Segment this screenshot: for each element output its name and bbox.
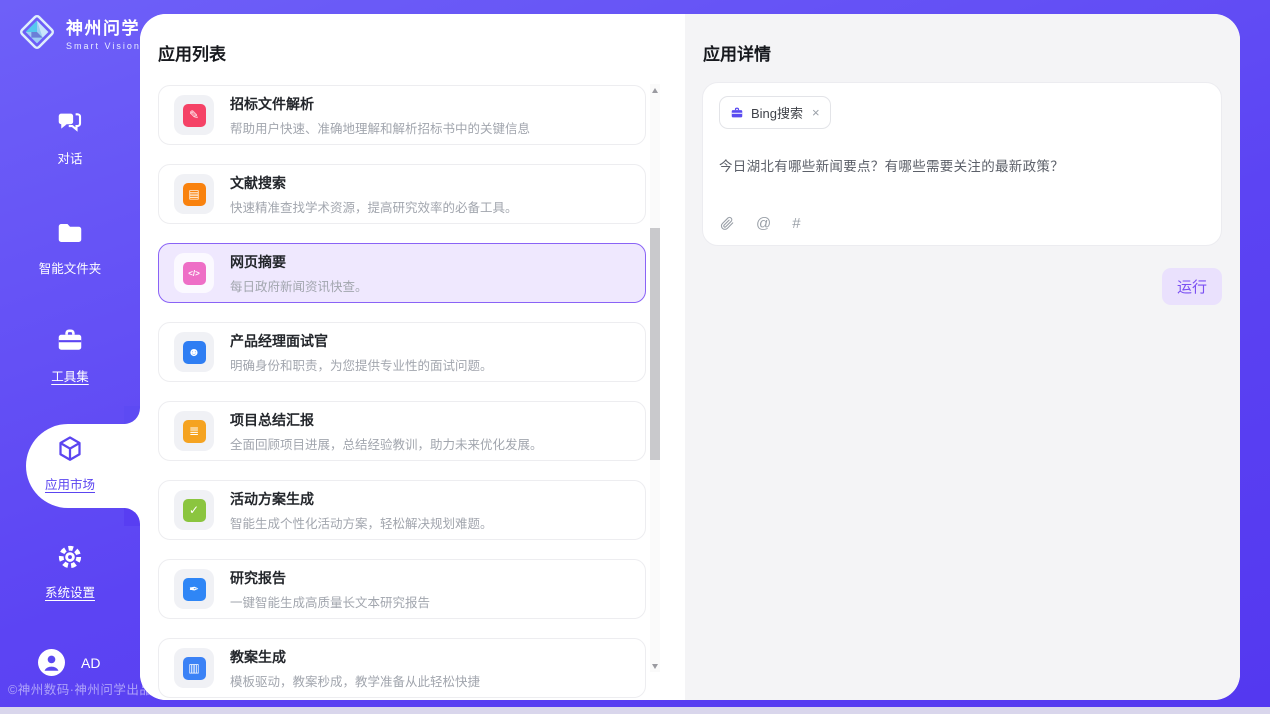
- app-card-bid-doc-parse[interactable]: ✎ 招标文件解析帮助用户快速、准确地理解和解析招标书中的关键信息: [158, 85, 646, 145]
- sidebar-item-label: 智能文件夹: [0, 258, 140, 277]
- brand-logo: 神州问学 Smart Vision: [16, 11, 141, 53]
- edit-doc-icon: ✎: [183, 104, 206, 127]
- app-card-event-plan[interactable]: ✓ 活动方案生成智能生成个性化活动方案，轻松解决规划难题。: [158, 480, 646, 540]
- app-card-pm-interviewer[interactable]: ☻ 产品经理面试官明确身份和职责，为您提供专业性的面试问题。: [158, 322, 646, 382]
- scrollbar-down-arrow-icon[interactable]: [650, 660, 660, 672]
- app-card-title: 研究报告: [230, 568, 430, 588]
- app-icon-box: ✎: [174, 95, 214, 135]
- app-card-web-summary[interactable]: </> 网页摘要每日政府新闻资讯快查。: [158, 243, 646, 303]
- brand-text: 神州问学 Smart Vision: [66, 14, 141, 51]
- sidebar-item-app-market[interactable]: 应用市场: [0, 434, 140, 493]
- person-icon: [38, 649, 65, 676]
- app-card-title: 活动方案生成: [230, 489, 493, 509]
- note-icon: ≣: [183, 420, 206, 443]
- pen-ink-icon: ✒: [183, 578, 206, 601]
- sidebar-item-system-settings[interactable]: 系统设置: [0, 542, 140, 601]
- main-container: 应用列表 ✎ 招标文件解析帮助用户快速、准确地理解和解析招标书中的关键信息 ▤ 文献搜…: [140, 14, 1240, 700]
- brand-tagline: Smart Vision: [66, 41, 141, 51]
- hashtag-icon[interactable]: #: [792, 215, 800, 232]
- app-card-text: 项目总结汇报全面回顾项目进展，总结经验教训，助力未来优化发展。: [230, 410, 543, 453]
- app-card-literature-search[interactable]: ▤ 文献搜索快速精准查找学术资源，提高研究效率的必备工具。: [158, 164, 646, 224]
- app-list-title: 应用列表: [158, 40, 226, 65]
- book-icon: ▤: [183, 183, 206, 206]
- app-card-lesson-plan[interactable]: ▥ 教案生成模板驱动，教案秒成，教学准备从此轻松快捷: [158, 638, 646, 698]
- interviewer-icon: ☻: [183, 341, 206, 364]
- brand-name: 神州问学: [66, 14, 141, 39]
- app-card-text: 教案生成模板驱动，教案秒成，教学准备从此轻松快捷: [230, 647, 480, 690]
- app-card-title: 招标文件解析: [230, 94, 530, 114]
- active-nav-curve-bottom: [124, 508, 140, 526]
- app-card-project-summary[interactable]: ≣ 项目总结汇报全面回顾项目进展，总结经验教训，助力未来优化发展。: [158, 401, 646, 461]
- run-button[interactable]: 运行: [1162, 268, 1222, 305]
- app-list: ✎ 招标文件解析帮助用户快速、准确地理解和解析招标书中的关键信息 ▤ 文献搜索快速精准…: [158, 85, 646, 700]
- sidebar-item-label: 应用市场: [0, 474, 140, 493]
- clipboard-check-icon: ✓: [183, 499, 206, 522]
- app-card-text: 研究报告一键智能生成高质量长文本研究报告: [230, 568, 430, 611]
- brand-diamond-icon: [16, 11, 58, 53]
- app-card-text: 招标文件解析帮助用户快速、准确地理解和解析招标书中的关键信息: [230, 94, 530, 137]
- app-card-desc: 模板驱动，教案秒成，教学准备从此轻松快捷: [230, 671, 480, 690]
- app-icon-box: ☻: [174, 332, 214, 372]
- app-card-desc: 每日政府新闻资讯快查。: [230, 276, 368, 295]
- web-code-icon: </>: [183, 262, 206, 285]
- app-card-desc: 一键智能生成高质量长文本研究报告: [230, 592, 430, 611]
- app-card-title: 项目总结汇报: [230, 410, 543, 430]
- mention-icon[interactable]: @: [756, 215, 771, 232]
- sidebar-item-label: 对话: [0, 148, 140, 167]
- cube-icon: [55, 434, 85, 464]
- sidebar-item-smart-folder[interactable]: 智能文件夹: [0, 218, 140, 277]
- app-card-desc: 明确身份和职责，为您提供专业性的面试问题。: [230, 355, 493, 374]
- prompt-card[interactable]: Bing搜索 × 今日湖北有哪些新闻要点？有哪些需要关注的最新政策？ @ #: [702, 82, 1222, 246]
- copyright-note: ©神州数码·神州问学出品: [8, 679, 152, 698]
- books-icon: ▥: [183, 657, 206, 680]
- app-window: 神州问学 Smart Vision 对话智能文件夹工具集应用市场系统设置 AD …: [0, 0, 1270, 707]
- app-card-text: 文献搜索快速精准查找学术资源，提高研究效率的必备工具。: [230, 173, 518, 216]
- app-card-desc: 帮助用户快速、准确地理解和解析招标书中的关键信息: [230, 118, 530, 137]
- chat-icon: [55, 108, 85, 138]
- app-icon-box: ≣: [174, 411, 214, 451]
- app-card-desc: 快速精准查找学术资源，提高研究效率的必备工具。: [230, 197, 518, 216]
- user-initials: AD: [81, 655, 100, 671]
- app-detail-title: 应用详情: [703, 40, 771, 65]
- app-icon-box: </>: [174, 253, 214, 293]
- active-nav-curve-top: [124, 406, 140, 424]
- toolbox-icon: [55, 326, 85, 356]
- tool-tag[interactable]: Bing搜索 ×: [719, 96, 831, 129]
- gear-icon: [55, 542, 85, 572]
- app-list-panel: 应用列表 ✎ 招标文件解析帮助用户快速、准确地理解和解析招标书中的关键信息 ▤ 文献搜…: [140, 14, 685, 700]
- folder-icon: [55, 218, 85, 248]
- app-card-desc: 智能生成个性化活动方案，轻松解决规划难题。: [230, 513, 493, 532]
- prompt-text[interactable]: 今日湖北有哪些新闻要点？有哪些需要关注的最新政策？: [719, 155, 1205, 175]
- tool-tag-label: Bing搜索: [751, 103, 803, 122]
- sidebar-item-chat[interactable]: 对话: [0, 108, 140, 167]
- app-card-text: 活动方案生成智能生成个性化活动方案，轻松解决规划难题。: [230, 489, 493, 532]
- app-icon-box: ▤: [174, 174, 214, 214]
- app-card-research-report[interactable]: ✒ 研究报告一键智能生成高质量长文本研究报告: [158, 559, 646, 619]
- app-card-desc: 全面回顾项目进展，总结经验教训，助力未来优化发展。: [230, 434, 543, 453]
- briefcase-icon: [730, 106, 744, 120]
- app-card-text: 产品经理面试官明确身份和职责，为您提供专业性的面试问题。: [230, 331, 493, 374]
- app-icon-box: ✓: [174, 490, 214, 530]
- sidebar-item-label: 工具集: [0, 366, 140, 385]
- app-card-text: 网页摘要每日政府新闻资讯快查。: [230, 252, 368, 295]
- scrollbar-up-arrow-icon[interactable]: [650, 84, 660, 96]
- app-icon-box: ▥: [174, 648, 214, 688]
- user-account[interactable]: AD: [38, 649, 100, 676]
- app-card-title: 网页摘要: [230, 252, 368, 272]
- app-card-title: 教案生成: [230, 647, 480, 667]
- avatar[interactable]: [38, 649, 65, 676]
- attachment-toolbar: @ #: [720, 215, 801, 232]
- sidebar-item-toolset[interactable]: 工具集: [0, 326, 140, 385]
- scrollbar[interactable]: [650, 84, 660, 672]
- app-detail-panel: 应用详情 Bing搜索 × 今日湖北有哪些新闻要点？有哪些需要关注的最新政策？: [685, 14, 1240, 700]
- tag-close-icon[interactable]: ×: [812, 105, 820, 120]
- paperclip-icon[interactable]: [720, 215, 735, 232]
- app-icon-box: ✒: [174, 569, 214, 609]
- app-card-title: 产品经理面试官: [230, 331, 493, 351]
- app-card-title: 文献搜索: [230, 173, 518, 193]
- sidebar-item-label: 系统设置: [0, 582, 140, 601]
- scrollbar-thumb[interactable]: [650, 228, 660, 460]
